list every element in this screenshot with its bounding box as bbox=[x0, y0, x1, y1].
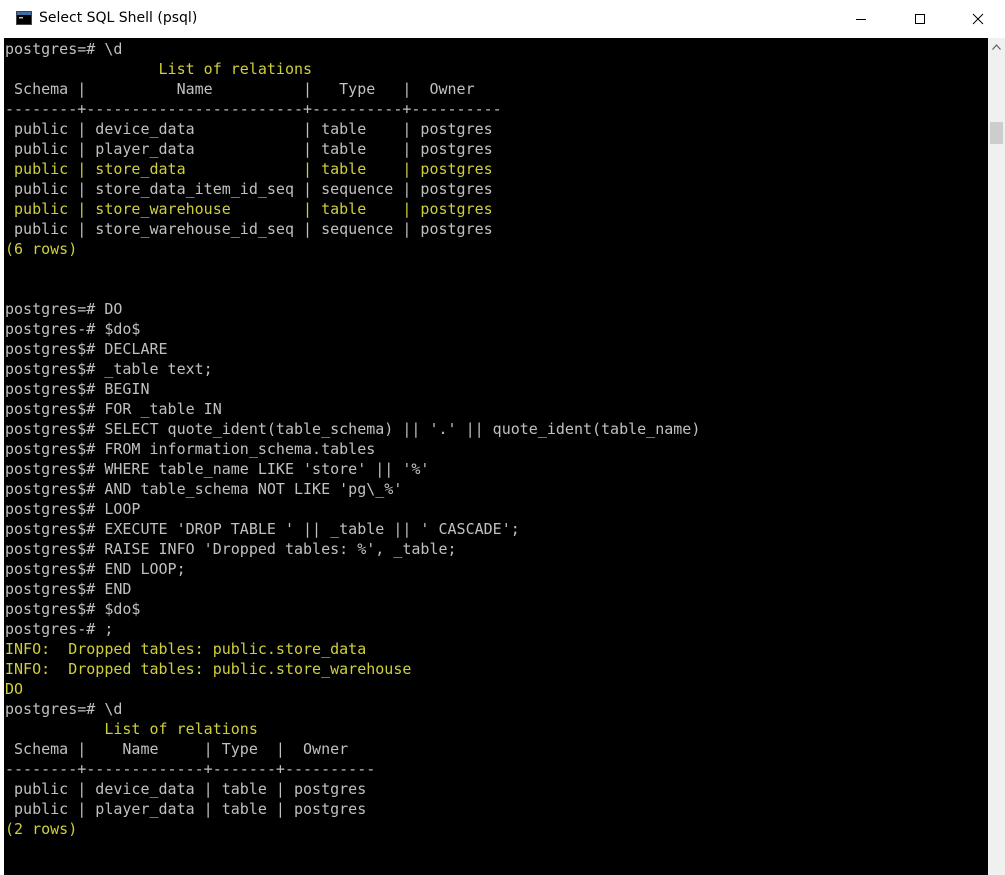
console-line bbox=[5, 279, 700, 299]
console-line: public | player_data | table | postgres bbox=[5, 139, 700, 159]
scroll-up-button[interactable] bbox=[988, 38, 1005, 55]
console-line: postgres$# END bbox=[5, 579, 700, 599]
console-line: INFO: Dropped tables: public.store_data bbox=[5, 639, 700, 659]
console-line: postgres$# BEGIN bbox=[5, 379, 700, 399]
minimize-button[interactable] bbox=[832, 0, 890, 38]
console-line: --------+------------------------+------… bbox=[5, 99, 700, 119]
console-line: INFO: Dropped tables: public.store_wareh… bbox=[5, 659, 700, 679]
console-line: Schema | Name | Type | Owner bbox=[5, 79, 700, 99]
scroll-thumb[interactable] bbox=[990, 122, 1003, 144]
console-line: public | store_warehouse_id_seq | sequen… bbox=[5, 219, 700, 239]
console-line: (6 rows) bbox=[5, 239, 700, 259]
console-line: postgres$# LOOP bbox=[5, 499, 700, 519]
close-icon bbox=[972, 13, 984, 25]
console-line: postgres=# DO bbox=[5, 299, 700, 319]
maximize-button[interactable] bbox=[891, 0, 949, 38]
console-line: DO bbox=[5, 679, 700, 699]
console-line: public | device_data | table | postgres bbox=[5, 779, 700, 799]
console-line: postgres=# \d bbox=[5, 699, 700, 719]
console-line: List of relations bbox=[5, 59, 700, 79]
console-line: postgres$# _table text; bbox=[5, 359, 700, 379]
console-output[interactable]: postgres=# \d List of relations Schema |… bbox=[4, 38, 988, 875]
console-line: public | store_data_item_id_seq | sequen… bbox=[5, 179, 700, 199]
console-line: postgres$# END LOOP; bbox=[5, 559, 700, 579]
console-line: public | store_data | table | postgres bbox=[5, 159, 700, 179]
console-line: postgres=# \d bbox=[5, 39, 700, 59]
console-line: postgres$# RAISE INFO 'Dropped tables: %… bbox=[5, 539, 700, 559]
console-line: postgres-# $do$ bbox=[5, 319, 700, 339]
console-line: public | store_warehouse | table | postg… bbox=[5, 199, 700, 219]
console-line: postgres$# WHERE table_name LIKE 'store'… bbox=[5, 459, 700, 479]
console-line: postgres$# AND table_schema NOT LIKE 'pg… bbox=[5, 479, 700, 499]
console-line: postgres$# EXECUTE 'DROP TABLE ' || _tab… bbox=[5, 519, 700, 539]
console-line: postgres$# FROM information_schema.table… bbox=[5, 439, 700, 459]
maximize-icon bbox=[914, 13, 926, 25]
vertical-scrollbar[interactable] bbox=[988, 38, 1005, 875]
console-line: postgres$# FOR _table IN bbox=[5, 399, 700, 419]
scroll-up-arrow-icon bbox=[992, 44, 1001, 50]
console-line: Schema | Name | Type | Owner bbox=[5, 739, 700, 759]
console-line: (2 rows) bbox=[5, 819, 700, 839]
console-line bbox=[5, 259, 700, 279]
console-lines: postgres=# \d List of relations Schema |… bbox=[5, 39, 700, 839]
console-line: postgres$# SELECT quote_ident(table_sche… bbox=[5, 419, 700, 439]
console-line: public | player_data | table | postgres bbox=[5, 799, 700, 819]
console-line: postgres$# DECLARE bbox=[5, 339, 700, 359]
console-line: postgres-# ; bbox=[5, 619, 700, 639]
title-bar[interactable]: Select SQL Shell (psql) bbox=[0, 0, 1005, 38]
window-title: Select SQL Shell (psql) bbox=[39, 10, 197, 26]
console-line: postgres$# $do$ bbox=[5, 599, 700, 619]
console-line: List of relations bbox=[5, 719, 700, 739]
console-icon bbox=[16, 11, 32, 25]
close-button[interactable] bbox=[949, 0, 1005, 38]
console-line: public | device_data | table | postgres bbox=[5, 119, 700, 139]
minimize-icon bbox=[855, 13, 867, 25]
console-line: --------+-------------+-------+---------… bbox=[5, 759, 700, 779]
